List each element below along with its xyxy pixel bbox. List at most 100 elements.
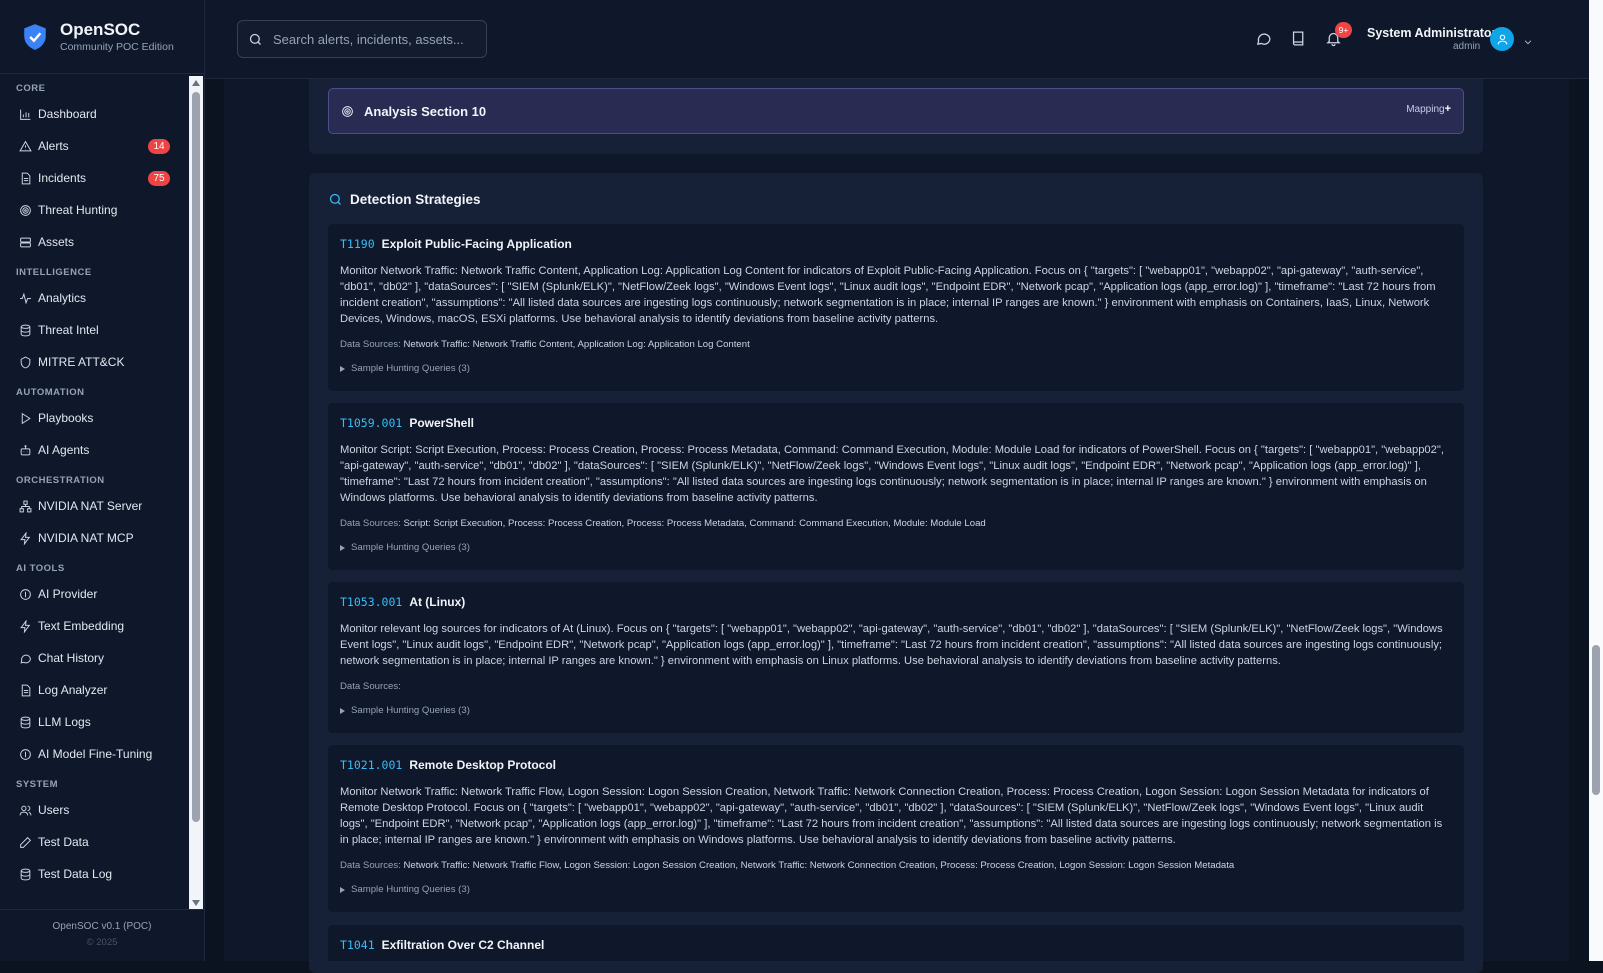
sidebar-item-llm-logs[interactable]: LLM Logs: [0, 706, 188, 738]
technique-description: Monitor Network Traffic: Network Traffic…: [340, 265, 1436, 325]
mapping-tag[interactable]: Mapping+: [1406, 103, 1451, 115]
zap-icon: [18, 531, 32, 545]
target-icon: [342, 105, 353, 117]
page-scroll-thumb[interactable]: [1592, 645, 1600, 795]
sidebar-footer: OpenSOC v0.1 (POC) © 2025: [0, 909, 204, 961]
nav-section-core: CORE: [16, 83, 46, 94]
data-sources: Data Sources: Script: Script Execution, …: [340, 518, 1452, 532]
bar-chart-icon: [18, 107, 32, 121]
sidebar-scrollbar[interactable]: [189, 76, 203, 910]
user-role: admin: [1453, 41, 1481, 52]
sidebar-item-nat-mcp[interactable]: NVIDIA NAT MCP: [0, 522, 188, 554]
sidebar-item-users[interactable]: Users: [0, 794, 188, 826]
user-icon: [1497, 34, 1507, 44]
data-sources-value: Script: Script Execution, Process: Proce…: [403, 518, 986, 529]
technique-id[interactable]: T1053.001: [340, 595, 402, 609]
hunting-queries-toggle[interactable]: Sample Hunting Queries (3): [340, 705, 1452, 716]
sidebar-item-ai-agents[interactable]: AI Agents: [0, 434, 188, 466]
sidebar-item-playbooks[interactable]: Playbooks: [0, 402, 188, 434]
sidebar-item-label: MITRE ATT&CK: [38, 355, 125, 369]
technique-name: Remote Desktop Protocol: [409, 758, 557, 772]
detection-header: Detection Strategies: [328, 192, 481, 207]
sidebar-nav: CORE Dashboard Alerts 14 Incidents 75 Th…: [0, 74, 188, 910]
technique-id[interactable]: T1041: [340, 938, 375, 952]
activity-icon: [18, 291, 32, 305]
sidebar-item-mitre[interactable]: MITRE ATT&CK: [0, 346, 188, 378]
sidebar-item-assets[interactable]: Assets: [0, 226, 188, 258]
scroll-down-arrow-icon[interactable]: [192, 900, 200, 906]
message-icon: [18, 651, 32, 665]
cpu-icon: [18, 587, 32, 601]
sidebar-item-alerts[interactable]: Alerts 14: [0, 130, 188, 162]
sidebar-item-dashboard[interactable]: Dashboard: [0, 98, 188, 130]
shield-check-logo-icon: [24, 23, 46, 50]
sidebar-item-label: AI Agents: [38, 443, 90, 457]
hunting-queries-label: Sample Hunting Queries (3): [351, 542, 470, 553]
detection-card: T1041 Exfiltration Over C2 Channel: [328, 925, 1464, 961]
sidebar-item-label: Dashboard: [38, 107, 97, 121]
page-scrollbar[interactable]: [1589, 0, 1603, 961]
nav-section-automation: AUTOMATION: [16, 387, 85, 398]
sidebar-item-label: NVIDIA NAT MCP: [38, 531, 134, 545]
detection-card: T1021.001 Remote Desktop Protocol Monito…: [328, 745, 1464, 912]
analysis-section[interactable]: Analysis Section 10 Mapping+: [328, 88, 1464, 134]
sidebar-item-label: AI Model Fine-Tuning: [38, 747, 153, 761]
technique-name: PowerShell: [409, 416, 474, 430]
caret-right-icon: [340, 365, 345, 372]
technique-id[interactable]: T1021.001: [340, 758, 402, 772]
alert-triangle-icon: [18, 139, 32, 153]
brand-subtitle: Community POC Edition: [60, 40, 174, 53]
analysis-section-title: Analysis Section 10: [364, 103, 487, 119]
chat-icon[interactable]: [1255, 30, 1273, 48]
hunting-queries-toggle[interactable]: Sample Hunting Queries (3): [340, 884, 1452, 895]
sidebar-item-threat-hunting[interactable]: Threat Hunting: [0, 194, 188, 226]
hunting-queries-label: Sample Hunting Queries (3): [351, 884, 470, 895]
sidebar-item-label: Incidents: [38, 171, 87, 185]
server-icon: [18, 235, 32, 249]
sidebar-item-ai-provider[interactable]: AI Provider: [0, 578, 188, 610]
hunting-queries-label: Sample Hunting Queries (3): [351, 705, 470, 716]
incidents-count-badge: 75: [148, 171, 170, 186]
sidebar-item-fine-tuning[interactable]: AI Model Fine-Tuning: [0, 738, 188, 770]
technique-description: Monitor Network Traffic: Network Traffic…: [340, 786, 1443, 846]
brand-title: OpenSOC: [60, 19, 141, 39]
data-sources: Data Sources: Network Traffic: Network T…: [340, 860, 1452, 874]
sidebar-item-label: Log Analyzer: [38, 683, 108, 697]
data-sources-label: Data Sources:: [340, 339, 401, 350]
top-header: 9+ System Administrator admin: [205, 0, 1590, 79]
chevron-down-icon[interactable]: [1523, 34, 1533, 52]
search-box[interactable]: [237, 20, 487, 58]
sidebar-item-analytics[interactable]: Analytics: [0, 282, 188, 314]
technique-name: Exploit Public-Facing Application: [381, 237, 572, 251]
data-sources-label: Data Sources:: [340, 860, 401, 871]
detection-title: Detection Strategies: [350, 192, 481, 207]
avatar[interactable]: [1490, 27, 1514, 51]
brand[interactable]: OpenSOC Community POC Edition: [0, 0, 204, 74]
zap-icon: [18, 619, 32, 633]
sidebar-item-nat-server[interactable]: NVIDIA NAT Server: [0, 490, 188, 522]
technique-name: At (Linux): [409, 595, 466, 609]
technique-id[interactable]: T1059.001: [340, 416, 402, 430]
book-icon[interactable]: [1290, 30, 1308, 48]
hunting-queries-toggle[interactable]: Sample Hunting Queries (3): [340, 542, 1452, 553]
data-sources-value: Network Traffic: Network Traffic Flow, L…: [403, 860, 1235, 871]
sidebar-item-chat-history[interactable]: Chat History: [0, 642, 188, 674]
sidebar-scroll-thumb[interactable]: [192, 92, 200, 822]
hunting-queries-toggle[interactable]: Sample Hunting Queries (3): [340, 363, 1452, 374]
sidebar-item-test-data[interactable]: Test Data: [0, 826, 188, 858]
sidebar-item-label: Users: [38, 803, 70, 817]
sidebar-item-test-data-log[interactable]: Test Data Log: [0, 858, 188, 890]
file-text-icon: [18, 171, 32, 185]
plus-icon: +: [1444, 103, 1451, 115]
sidebar-item-label: Alerts: [38, 139, 69, 153]
user-name[interactable]: System Administrator: [1367, 26, 1496, 40]
sidebar-item-incidents[interactable]: Incidents 75: [0, 162, 188, 194]
sidebar-item-log-analyzer[interactable]: Log Analyzer: [0, 674, 188, 706]
scroll-up-arrow-icon[interactable]: [192, 80, 200, 86]
database-icon: [18, 867, 32, 881]
search-input[interactable]: [271, 30, 485, 48]
technique-id[interactable]: T1190: [340, 237, 375, 251]
sidebar-item-threat-intel[interactable]: Threat Intel: [0, 314, 188, 346]
sidebar-item-text-embedding[interactable]: Text Embedding: [0, 610, 188, 642]
sidebar-item-label: Threat Intel: [38, 323, 99, 337]
